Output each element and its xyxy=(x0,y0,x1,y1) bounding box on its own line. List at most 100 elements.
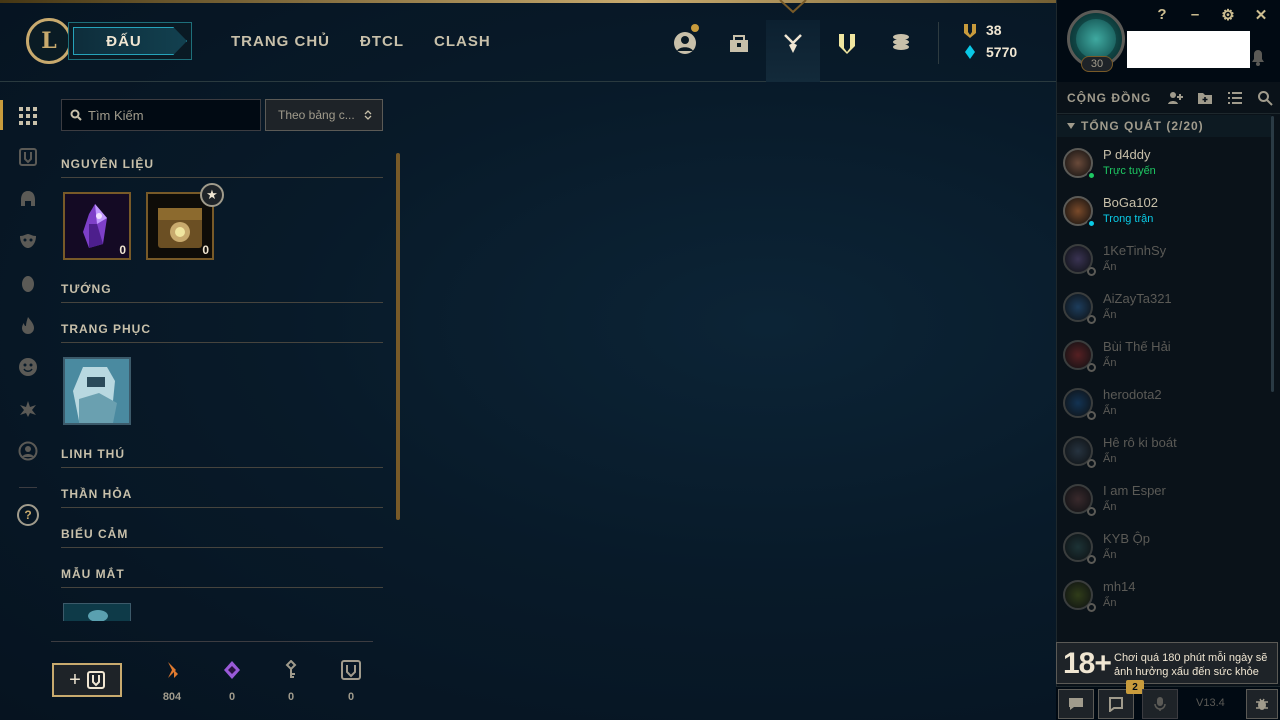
orange-essence-resource: 804 xyxy=(152,660,192,703)
help-button[interactable]: ? xyxy=(1152,6,1172,23)
chest-count: 0 xyxy=(202,243,209,257)
mythic-essence-count: 0 xyxy=(119,243,126,257)
friend-status: Ẩn xyxy=(1103,261,1117,273)
champion-helmet-icon[interactable] xyxy=(16,187,40,211)
play-button[interactable]: ĐẤU xyxy=(68,22,192,60)
chest-category-icon[interactable] xyxy=(16,145,40,169)
friend-status: Ẩn xyxy=(1103,549,1117,561)
category-wards[interactable]: THẦN HỎA xyxy=(61,487,383,508)
friend-status: Trong trận xyxy=(1103,213,1154,225)
mythic-essence-resource: 0 xyxy=(212,660,252,703)
mythic-essence-value: 0 xyxy=(228,691,236,703)
be-balance[interactable]: 5770 xyxy=(962,44,1017,60)
inventory-scrollbar[interactable] xyxy=(396,153,400,520)
settings-gear-icon[interactable]: ⚙ xyxy=(1218,6,1238,24)
friend-group-header[interactable]: TỔNG QUÁT (2/20) xyxy=(1057,115,1271,137)
friend-status-dot xyxy=(1087,315,1096,324)
friend-row[interactable]: I am Esper Ẩn xyxy=(1057,478,1271,526)
friend-name: 1KeTinhSy xyxy=(1103,243,1167,258)
friend-row[interactable]: Bùi Thế Hải Ẩn xyxy=(1057,334,1271,382)
mythic-essence-tile[interactable]: 0 xyxy=(63,192,131,260)
friend-status-dot xyxy=(1087,219,1096,228)
list-view-icon[interactable] xyxy=(1225,88,1245,108)
friend-row[interactable]: BoGa102 Trong trận xyxy=(1057,190,1271,238)
minimize-button[interactable]: – xyxy=(1185,6,1205,23)
social-footer: 2 V13.4 xyxy=(1056,680,1280,720)
currency-store-icon[interactable] xyxy=(885,27,917,59)
resources-divider xyxy=(51,641,373,642)
eternals-icon[interactable] xyxy=(16,397,40,421)
key-resource: 0 xyxy=(331,660,371,703)
partial-item-tile[interactable] xyxy=(63,603,131,621)
key-fragment-resource: 0 xyxy=(271,659,311,703)
friend-name: mh14 xyxy=(1103,579,1136,594)
star-badge-icon: ★ xyxy=(200,183,224,207)
companion-egg-icon[interactable] xyxy=(16,271,40,295)
category-emotes[interactable]: BIỂU CẢM xyxy=(61,527,383,548)
friend-name: Hê rô ki boát xyxy=(1103,435,1177,450)
friend-status-dot xyxy=(1087,363,1096,372)
rail-active-indicator xyxy=(0,100,3,130)
all-items-grid-icon[interactable] xyxy=(16,104,40,128)
search-input[interactable] xyxy=(88,107,248,123)
friend-row[interactable]: P d4ddy Trực tuyến xyxy=(1057,142,1271,190)
social-title: CỘNG ĐỒNG xyxy=(1067,90,1152,105)
category-eye-colors[interactable]: MẪU MẮT xyxy=(61,567,383,588)
friend-status: Ẩn xyxy=(1103,357,1117,369)
loot-icon[interactable] xyxy=(777,27,809,59)
category-materials[interactable]: NGUYÊN LIỆU xyxy=(61,157,383,178)
plus-icon: + xyxy=(69,668,81,691)
friend-name: Bùi Thế Hải xyxy=(1103,339,1171,354)
close-button[interactable]: ✕ xyxy=(1251,6,1271,24)
eye-color-icon xyxy=(88,610,108,621)
friend-row[interactable]: AiZayTa321 Ẩn xyxy=(1057,286,1271,334)
report-bug-button[interactable] xyxy=(1246,689,1278,719)
sort-dropdown-value: Theo bảng c... xyxy=(278,108,355,122)
craft-key-button[interactable]: + xyxy=(52,663,122,697)
client-version: V13.4 xyxy=(1196,697,1225,709)
loot-help-icon[interactable]: ? xyxy=(17,504,39,526)
social-search-icon[interactable] xyxy=(1255,88,1275,108)
age-rating-notice: 18+ Chơi quá 180 phút mỗi ngày sẽ ảnh hư… xyxy=(1056,642,1278,684)
chat-bubble-icon xyxy=(1069,698,1083,710)
search-box[interactable] xyxy=(61,99,261,131)
notifications-bell-icon[interactable] xyxy=(1251,48,1265,66)
summoner-icon-category[interactable] xyxy=(16,439,40,463)
voice-button[interactable] xyxy=(1142,689,1178,719)
category-skins[interactable]: TRANG PHỤC xyxy=(61,322,383,343)
category-companions[interactable]: LINH THÚ xyxy=(61,447,383,468)
rp-balance[interactable]: 38 xyxy=(962,22,1002,38)
sort-dropdown[interactable]: Theo bảng c... xyxy=(265,99,383,131)
category-champions[interactable]: TƯỚNG xyxy=(61,282,383,303)
social-scrollbar[interactable] xyxy=(1271,116,1274,392)
friend-row[interactable]: KYB Ộp Ẩn xyxy=(1057,526,1271,574)
friend-status: Ẩn xyxy=(1103,501,1117,513)
friend-status-dot xyxy=(1087,171,1096,180)
friend-row[interactable]: mh14 Ẩn xyxy=(1057,574,1271,622)
chat-button[interactable] xyxy=(1058,689,1094,719)
nav-tft[interactable]: ĐTCL xyxy=(360,33,404,50)
friend-status: Ẩn xyxy=(1103,453,1117,465)
collection-icon[interactable] xyxy=(723,27,755,59)
league-logo[interactable]: L xyxy=(26,18,72,64)
friend-row[interactable]: 1KeTinhSy Ẩn xyxy=(1057,238,1271,286)
age-rating: 18+ xyxy=(1063,647,1112,680)
nav-home[interactable]: TRANG CHỦ xyxy=(231,33,330,50)
key-fragment-value: 0 xyxy=(287,691,295,703)
add-friend-icon[interactable] xyxy=(1165,88,1185,108)
friend-row[interactable]: herodota2 Ẩn xyxy=(1057,382,1271,430)
loot-category-rail xyxy=(0,82,56,720)
main-nav: TRANG CHỦ ĐTCL CLASH xyxy=(231,33,491,50)
skin-tile[interactable] xyxy=(63,357,131,425)
friend-status: Ẩn xyxy=(1103,597,1117,609)
friend-row[interactable]: Hê rô ki boát Ẩn xyxy=(1057,430,1271,478)
profile-icon[interactable] xyxy=(669,24,701,59)
friend-name: AiZayTa321 xyxy=(1103,291,1172,306)
collapse-caret-icon xyxy=(1067,123,1075,129)
nav-clash[interactable]: CLASH xyxy=(434,33,491,50)
emote-face-icon[interactable] xyxy=(16,355,40,379)
add-folder-icon[interactable] xyxy=(1195,88,1215,108)
skin-mask-icon[interactable] xyxy=(16,229,40,253)
ward-flame-icon[interactable] xyxy=(16,313,40,337)
store-icon[interactable] xyxy=(831,27,863,59)
